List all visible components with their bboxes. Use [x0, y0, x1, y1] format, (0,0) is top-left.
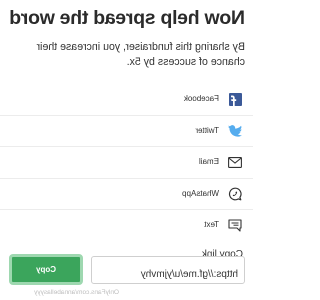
share-facebook[interactable]: Facebook [0, 84, 253, 116]
copy-link-input[interactable] [98, 269, 238, 281]
email-icon [228, 155, 243, 170]
twitter-icon [228, 124, 243, 139]
share-label-twitter: Twitter [195, 125, 219, 135]
share-twitter[interactable]: Twitter [0, 115, 253, 148]
share-options-list: Facebook Twitter Email WhatsApp Text [0, 84, 253, 241]
share-label-text: Text [204, 220, 219, 230]
share-description: By sharing this fundraiser, you increase… [36, 41, 245, 68]
watermark: OnlyFans.com/annabellasyyy [34, 289, 119, 296]
share-dialog: Now help spread the word By sharing this… [0, 0, 253, 300]
page-title: Now help spread the word [9, 7, 246, 29]
share-text[interactable]: Text [0, 210, 253, 241]
share-label-facebook: Facebook [183, 94, 219, 103]
copy-button[interactable]: Copy [9, 254, 83, 285]
copy-link-field[interactable] [91, 256, 245, 284]
share-label-email: Email [198, 157, 219, 167]
share-email[interactable]: Email [0, 147, 253, 179]
share-label-whatsapp: WhatsApp [182, 188, 219, 198]
text-message-icon [228, 218, 243, 233]
whatsapp-icon [228, 187, 243, 202]
facebook-icon [228, 92, 243, 107]
share-whatsapp[interactable]: WhatsApp [0, 178, 253, 211]
